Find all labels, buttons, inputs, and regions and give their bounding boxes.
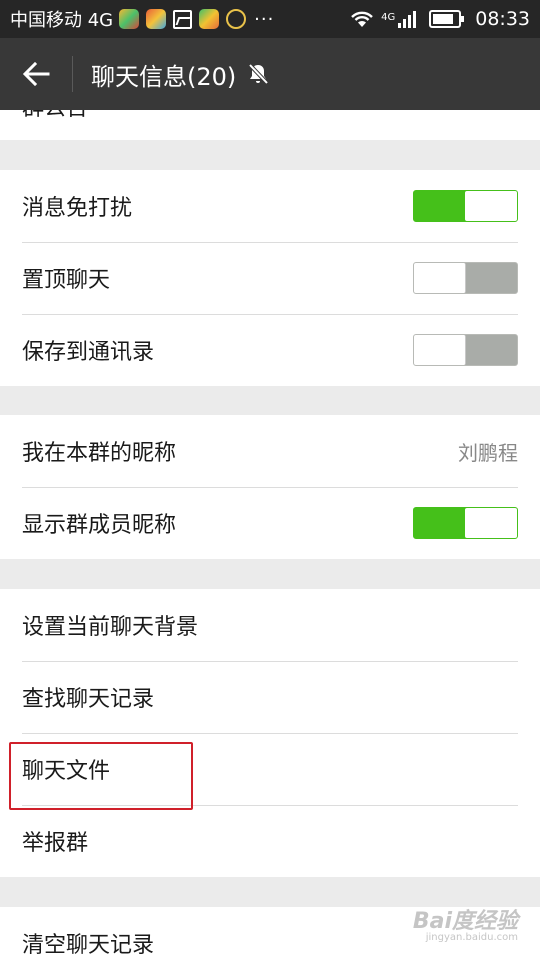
list-item-group-notice[interactable]: 群公告	[0, 110, 540, 140]
watermark: Bai度经验 jingyan.baidu.com	[412, 909, 518, 946]
show-nicknames-toggle[interactable]	[413, 507, 518, 539]
list-item-chat-files[interactable]: 聊天文件	[0, 733, 540, 805]
app-notification-icon	[146, 9, 167, 29]
signal-icon	[398, 11, 417, 28]
row-label: 查找聊天记录	[22, 687, 155, 712]
list-item-search-history[interactable]: 查找聊天记录	[0, 661, 540, 733]
carrier-label: 中国移动 4G	[10, 10, 114, 31]
row-label: 举报群	[22, 831, 89, 856]
battery-icon	[429, 10, 465, 28]
save-contacts-toggle[interactable]	[413, 334, 518, 366]
status-bar: 中国移动 4G ··· 4G 08:33	[0, 0, 540, 38]
nickname-section: 我在本群的昵称 刘鹏程 显示群成员昵称	[0, 415, 540, 559]
row-label: 群公告	[22, 110, 518, 122]
list-item-report-group[interactable]: 举报群	[0, 805, 540, 877]
row-label: 保存到通讯录	[22, 340, 155, 365]
notification-settings-section: 消息免打扰 置顶聊天 保存到通讯录	[0, 170, 540, 386]
row-label: 显示群成员昵称	[22, 513, 177, 538]
back-button[interactable]	[0, 38, 72, 110]
nickname-value: 刘鹏程	[458, 440, 518, 465]
page-title: 聊天信息(20)	[91, 62, 237, 91]
status-indicators: 4G 08:33	[343, 8, 530, 30]
app-notification-icon	[199, 9, 220, 29]
list-item-save-contacts[interactable]: 保存到通讯录	[0, 314, 540, 386]
arrow-left-icon	[22, 62, 50, 86]
watermark-brand: Bai度经验	[412, 909, 518, 934]
list-item-mute[interactable]: 消息免打扰	[0, 170, 540, 242]
gallery-icon	[173, 9, 193, 29]
app-notification-icon	[119, 9, 140, 29]
clock: 08:33	[475, 8, 530, 30]
row-label: 设置当前聊天背景	[22, 615, 199, 640]
list-item-my-nickname[interactable]: 我在本群的昵称 刘鹏程	[0, 415, 540, 487]
list-item-show-nicknames[interactable]: 显示群成员昵称	[0, 487, 540, 559]
mute-toggle[interactable]	[413, 190, 518, 222]
title-divider	[72, 56, 73, 92]
wifi-icon	[351, 11, 373, 27]
network-type-label: 4G	[381, 12, 396, 23]
list-item-pin-chat[interactable]: 置顶聊天	[0, 242, 540, 314]
row-label: 我在本群的昵称	[22, 441, 177, 466]
face-icon	[226, 9, 247, 29]
row-label: 置顶聊天	[22, 268, 111, 293]
actions-section: 设置当前聊天背景 查找聊天记录 聊天文件 举报群	[0, 589, 540, 877]
row-label: 聊天文件	[22, 759, 111, 784]
more-notifications-icon: ···	[254, 8, 275, 30]
row-label: 消息免打扰	[22, 196, 133, 221]
list-item-chat-background[interactable]: 设置当前聊天背景	[0, 589, 540, 661]
group-notice-section: 群公告	[0, 110, 540, 140]
pin-chat-toggle[interactable]	[413, 262, 518, 294]
watermark-url: jingyan.baidu.com	[425, 932, 518, 943]
bell-off-icon	[246, 62, 270, 86]
title-bar: 聊天信息(20)	[0, 38, 540, 110]
